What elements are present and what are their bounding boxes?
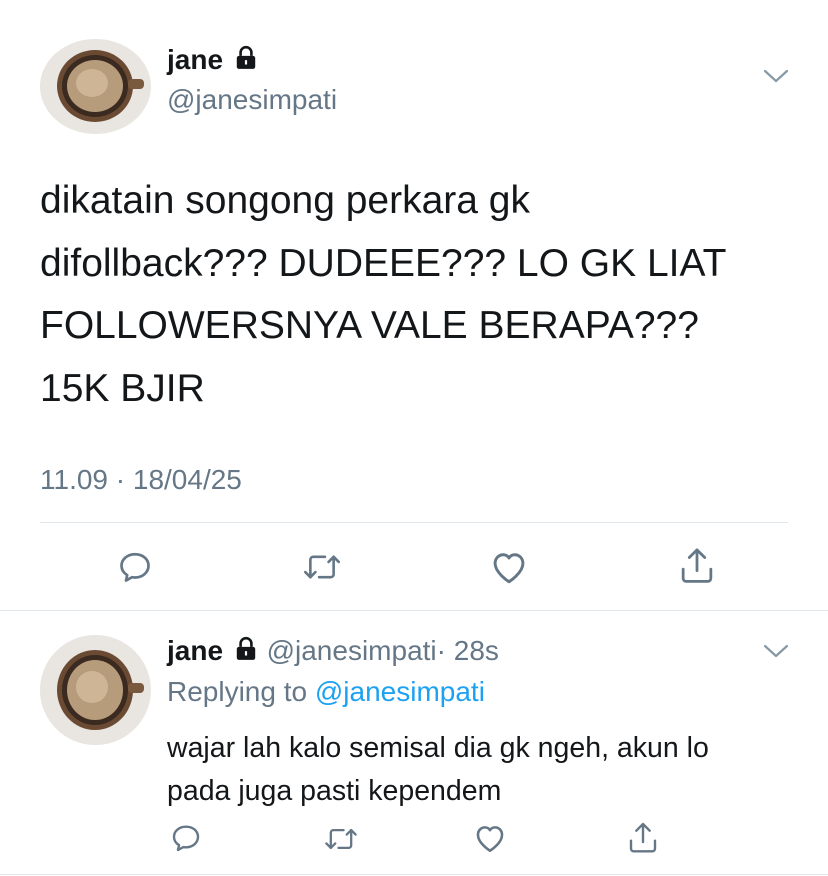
reply-icon[interactable] [170, 822, 202, 854]
like-icon[interactable] [473, 822, 507, 854]
tweet-age: · 28s [436, 635, 499, 666]
lock-icon [233, 45, 259, 79]
bottom-divider [0, 874, 828, 875]
author-name[interactable]: jane [167, 635, 223, 666]
lock-icon [233, 636, 259, 670]
replying-to: Replying to @janesimpati [167, 675, 485, 709]
like-icon[interactable] [489, 549, 529, 585]
tweet-body: wajar lah kalo semisal dia gk ngeh, akun… [167, 727, 709, 813]
tweet-line: difollback??? DUDEEE??? LO GK LIAT [40, 241, 727, 285]
divider [40, 522, 788, 523]
share-icon[interactable] [627, 820, 659, 856]
chevron-down-icon[interactable] [763, 68, 789, 89]
author-handle[interactable]: @janesimpati [267, 635, 437, 666]
tweet-line: FOLLOWERSNYA VALE BERAPA??? [40, 304, 699, 347]
share-icon[interactable] [678, 546, 716, 586]
avatar[interactable] [40, 635, 151, 745]
avatar[interactable] [40, 39, 151, 134]
reply-icon[interactable] [116, 549, 154, 585]
chevron-down-icon[interactable] [763, 643, 789, 664]
retweet-icon[interactable] [324, 825, 358, 853]
replying-to-handle[interactable]: @janesimpati [315, 676, 485, 707]
tweet-line: 15K BJIR [40, 366, 205, 410]
tweet-timestamp[interactable]: 11.09 · 18/04/25 [40, 463, 242, 497]
section-divider [0, 610, 828, 611]
tweet-line: pada juga pasti kependem [167, 775, 502, 807]
author-name[interactable]: jane [167, 44, 223, 75]
replying-to-label: Replying to [167, 676, 308, 707]
tweet-line: dikatain songong perkara gk [40, 179, 530, 222]
tweet-body: dikatain songong perkara gk difollback??… [40, 170, 726, 420]
retweet-icon[interactable] [302, 551, 342, 583]
author-handle[interactable]: @janesimpati [167, 83, 337, 117]
tweet-line: wajar lah kalo semisal dia gk ngeh, akun… [167, 732, 709, 764]
